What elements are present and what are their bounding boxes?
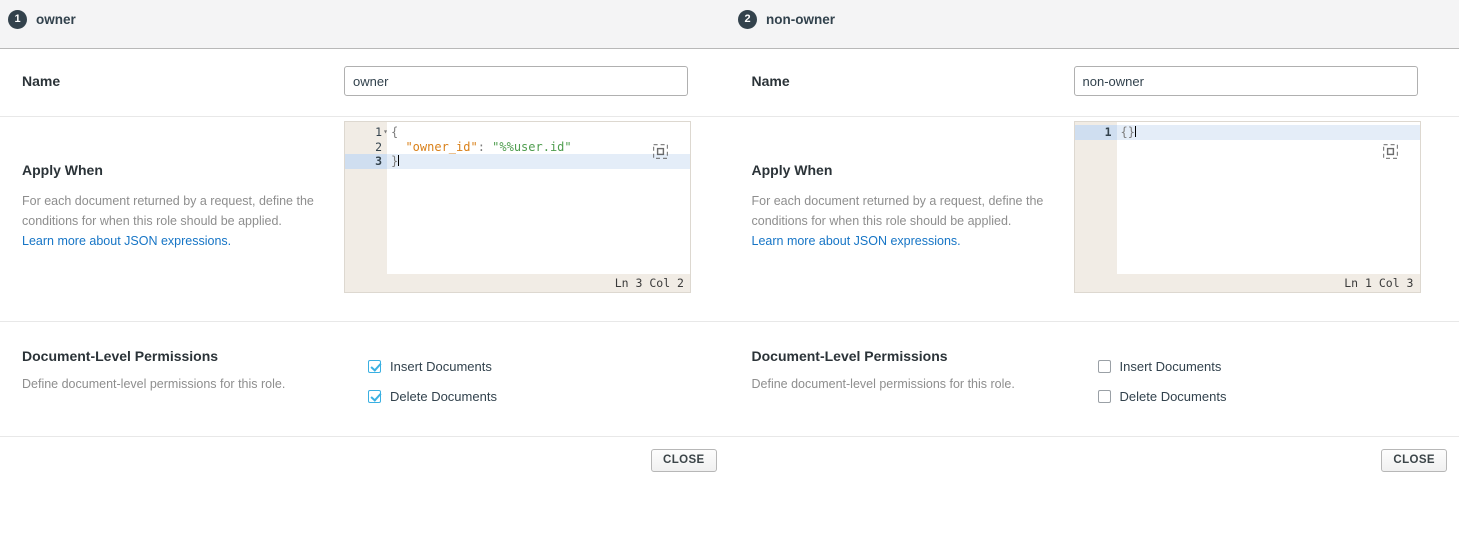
json-editor-non-owner[interactable]: 1 {} Ln 1 Col 3 xyxy=(1073,121,1421,293)
editor-body: 1 ▾ 2 3 { "owner_id": "%%user.id" } xyxy=(345,122,690,274)
expand-icon[interactable] xyxy=(653,144,669,160)
tab-label-owner: owner xyxy=(36,12,76,27)
tab-badge-2: 2 xyxy=(738,10,757,29)
pane-non-owner-apply: Apply When For each document returned by… xyxy=(729,117,1459,322)
editor-status-bar: Ln 1 Col 3 xyxy=(1074,274,1420,292)
permissions-row: Document-Level Permissions Define docume… xyxy=(729,322,1459,437)
code-line-3: } xyxy=(387,154,690,169)
name-label: Name xyxy=(22,73,61,89)
pane-non-owner-permissions: Document-Level Permissions Define docume… xyxy=(729,322,1459,437)
editor-gutter: 1 ▾ 2 3 xyxy=(345,122,388,274)
code-line-1: { xyxy=(391,125,399,139)
apply-when-description: For each document returned by a request,… xyxy=(22,194,314,228)
editor-code-area[interactable]: { "owner_id": "%%user.id" } xyxy=(387,122,690,274)
name-row: Name xyxy=(729,49,1459,117)
permissions-text-cell: Document-Level Permissions Define docume… xyxy=(730,322,1098,394)
text-caret xyxy=(1134,126,1136,137)
name-label: Name xyxy=(751,73,790,89)
footer-right: CLOSE xyxy=(730,437,1459,498)
permission-label: Delete Documents xyxy=(390,388,497,404)
footer: CLOSE CLOSE xyxy=(0,437,1459,498)
tab-strip: 1 owner 2 non-owner xyxy=(0,0,1459,49)
code-line-2: "owner_id": "%%user.id" xyxy=(405,139,572,154)
code-line-1: {} xyxy=(1116,125,1420,140)
permissions-text-cell: Document-Level Permissions Define docume… xyxy=(0,322,368,394)
permission-insert-documents[interactable]: Insert Documents xyxy=(1097,351,1227,381)
apply-when-title: Apply When xyxy=(751,162,833,178)
close-button-non-owner[interactable]: CLOSE xyxy=(1381,449,1447,472)
pane-owner-permissions: Document-Level Permissions Define docume… xyxy=(0,322,730,437)
permission-delete-documents[interactable]: Delete Documents xyxy=(1097,381,1227,411)
permissions-checkbox-list: Insert Documents Delete Documents xyxy=(1097,322,1227,411)
checkbox-insert-documents[interactable] xyxy=(1097,359,1111,373)
expand-icon[interactable] xyxy=(1382,144,1398,160)
permission-label: Insert Documents xyxy=(1119,358,1222,374)
pane-owner-name: Name xyxy=(0,49,730,117)
editor-code-area[interactable]: {} xyxy=(1116,122,1420,274)
checkbox-delete-documents[interactable] xyxy=(368,389,381,403)
permission-delete-documents[interactable]: Delete Documents xyxy=(368,381,497,411)
name-row: Name xyxy=(0,49,730,117)
permissions-title: Document-Level Permissions xyxy=(751,348,948,364)
gutter-line-1: 1 xyxy=(1074,125,1117,140)
permission-label: Delete Documents xyxy=(1119,388,1227,404)
permission-label: Insert Documents xyxy=(390,358,492,374)
editor-status-bar: Ln 3 Col 2 xyxy=(345,274,690,292)
name-input-owner[interactable] xyxy=(344,66,688,96)
gutter-line-2: 2 xyxy=(375,139,382,154)
checkbox-delete-documents[interactable] xyxy=(1097,389,1111,403)
text-caret xyxy=(398,155,400,166)
permissions-description: Define document-level permissions for th… xyxy=(751,377,1015,391)
footer-left: CLOSE xyxy=(0,437,730,498)
editor-body: 1 {} xyxy=(1074,122,1420,274)
close-button-owner[interactable]: CLOSE xyxy=(651,449,717,472)
apply-when-row: Apply When For each document returned by… xyxy=(0,117,730,322)
name-input-non-owner[interactable] xyxy=(1073,66,1418,96)
permissions-title: Document-Level Permissions xyxy=(22,348,219,364)
tab-non-owner[interactable]: 2 non-owner xyxy=(738,10,835,29)
permission-insert-documents[interactable]: Insert Documents xyxy=(368,351,497,381)
apply-when-text-cell: Apply When For each document returned by… xyxy=(0,117,344,251)
tab-badge-1: 1 xyxy=(8,10,27,29)
permissions-panes: Document-Level Permissions Define docume… xyxy=(0,322,1459,437)
pane-owner-apply: Apply When For each document returned by… xyxy=(0,117,730,322)
checkbox-insert-documents[interactable] xyxy=(368,359,381,373)
gutter-line-3: 3 xyxy=(345,154,387,169)
json-expressions-link[interactable]: Learn more about JSON expressions. xyxy=(22,234,231,248)
name-label-cell: Name xyxy=(730,49,1074,89)
name-label-cell: Name xyxy=(0,49,344,89)
apply-when-description: For each document returned by a request,… xyxy=(751,194,1044,228)
json-editor-owner[interactable]: 1 ▾ 2 3 { "owner_id": "%%user.id" } Ln 3… xyxy=(344,121,691,293)
permissions-checkbox-list: Insert Documents Delete Documents xyxy=(368,322,497,411)
gutter-line-1: 1 ▾ xyxy=(375,125,388,139)
permissions-description: Define document-level permissions for th… xyxy=(22,377,286,391)
json-expressions-link[interactable]: Learn more about JSON expressions. xyxy=(752,234,961,248)
tab-owner[interactable]: 1 owner xyxy=(8,10,76,29)
apply-when-panes: Apply When For each document returned by… xyxy=(0,117,1459,322)
apply-when-text-cell: Apply When For each document returned by… xyxy=(730,117,1074,251)
tab-label-non-owner: non-owner xyxy=(766,12,835,27)
name-row-panes: Name Name xyxy=(0,49,1459,117)
permissions-row: Document-Level Permissions Define docume… xyxy=(0,322,730,437)
apply-when-title: Apply When xyxy=(22,162,103,178)
apply-when-row: Apply When For each document returned by… xyxy=(729,117,1459,322)
editor-gutter: 1 xyxy=(1074,122,1117,274)
pane-non-owner-name: Name xyxy=(729,49,1459,117)
